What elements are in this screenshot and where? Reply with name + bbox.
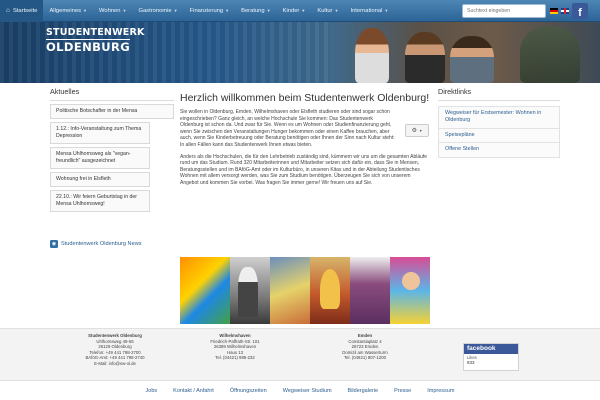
nav-item-beratung[interactable]: Beratung ▼ [235, 0, 277, 22]
photo-sailor [230, 257, 270, 324]
rss-label: Studentenwerk Oldenburg News [61, 241, 142, 247]
footer-link-impressum[interactable]: Impressum [427, 388, 454, 394]
caret-down-icon: ▼ [301, 8, 306, 13]
nav-item-finanzierung[interactable]: Finanzierung ▼ [184, 0, 235, 22]
nav-item-kultur[interactable]: Kultur ▼ [311, 0, 344, 22]
logo-line-1: STUDENTENWERK [46, 27, 145, 40]
nav-label: Beratung [241, 7, 265, 14]
caret-down-icon: ▼ [384, 8, 389, 13]
nav-item-wohnen[interactable]: Wohnen ▼ [93, 0, 132, 22]
direct-link-speiseplaene[interactable]: Speisepläne [438, 128, 560, 144]
banner-photo-person [405, 32, 445, 83]
direct-link-offene-stellen[interactable]: Offene Stellen [438, 143, 560, 158]
facebook-likes-count: 833 [467, 360, 475, 365]
settings-dropdown-button[interactable]: ⚙ ▼ [405, 124, 429, 137]
banner-photo-person [450, 36, 494, 83]
nav-label: Allgemeines [49, 7, 82, 14]
footer-link-wegweiser[interactable]: Wegweiser Studium [283, 388, 332, 394]
rss-icon: ◉ [50, 240, 58, 248]
footer-link-jobs[interactable]: Jobs [146, 388, 158, 394]
footer-line: Tel. (04921) 807-1200 [343, 355, 387, 361]
caret-down-icon: ▼ [122, 8, 127, 13]
photo-colorful-collage [180, 257, 230, 324]
news-item[interactable]: Wohnung frei in Elsfleth [50, 172, 150, 187]
direct-links-title: Direktlinks [438, 85, 560, 101]
facebook-icon[interactable]: f [572, 3, 588, 19]
photo-woman [310, 257, 350, 324]
direct-link-wegweiser[interactable]: Wegweiser für Erstsemester: Wohnen in Ol… [438, 106, 560, 129]
footer-address-wilhelmshaven: Wilhelmshaven Friedrich-Paffrath-Str. 10… [190, 333, 280, 361]
page-title: Herzlich willkommen beim Studentenwerk O… [180, 92, 430, 104]
banner-photo-foliage [520, 26, 580, 83]
news-title: Aktuelles [50, 85, 174, 101]
footer-address-oldenburg: Studentenwerk Oldenburg Uhlhornsweg 49-5… [70, 333, 160, 367]
news-item[interactable]: 1.12.: Info-Veranstaltung zum Thema Depr… [50, 122, 150, 144]
caret-down-icon: ▼ [266, 8, 271, 13]
facebook-glyph: f [578, 7, 582, 19]
photo-crowd [350, 257, 390, 324]
footer-link-presse[interactable]: Presse [394, 388, 411, 394]
caret-down-icon: ▼ [334, 8, 339, 13]
footer-link-bildergalerie[interactable]: Bildergalerie [348, 388, 379, 394]
caret-down-icon: ▼ [83, 8, 87, 13]
photo-child [390, 257, 430, 324]
logo-line-2: OLDENBURG [46, 40, 131, 54]
home-icon: ⌂ [6, 7, 10, 14]
footer-email-link[interactable]: E-Mail: info@sw-ol.de [70, 361, 160, 367]
footer-line: Tel. (04421) 985-232 [215, 355, 255, 361]
footer-navigation: Jobs Kontakt / Anfahrt Öffnungszeiten We… [0, 380, 600, 400]
news-item[interactable]: Politische Botschafter in der Mensa [50, 104, 174, 119]
rss-feed-link[interactable]: ◉ Studentenwerk Oldenburg News [50, 240, 174, 248]
banner-photo-person [355, 28, 389, 83]
nav-label: Gastronomie [138, 7, 172, 14]
german-flag-icon[interactable] [550, 8, 558, 14]
photo-strip [180, 257, 430, 324]
search-input[interactable] [462, 4, 546, 18]
english-flag-icon[interactable] [561, 8, 569, 14]
main-content: Herzlich willkommen beim Studentenwerk O… [180, 85, 430, 187]
nav-label: Kultur [317, 7, 333, 14]
footer: Studentenwerk Oldenburg Uhlhornsweg 49-5… [0, 328, 600, 380]
facebook-brand: facebook [464, 344, 518, 354]
caret-down-icon: ▼ [418, 128, 423, 133]
nav-item-kinder[interactable]: Kinder ▼ [277, 0, 312, 22]
photo-money [270, 257, 310, 324]
nav-item-international[interactable]: International ▼ [344, 0, 394, 22]
nav-label: Finanzierung [189, 7, 224, 14]
body-paragraph: Anders als die Hochschulen, die für den … [180, 153, 428, 186]
news-item[interactable]: 22.10.: Wir feiern Geburtstag in der Men… [50, 190, 150, 212]
direct-links-list: Wegweiser für Erstsemester: Wohnen in Ol… [438, 106, 560, 158]
intro-paragraph: Sie wollen in Oldenburg, Emden, Wilhelms… [180, 109, 395, 148]
direct-links-column: Direktlinks Wegweiser für Erstsemester: … [438, 85, 560, 158]
nav-label: Wohnen [98, 7, 121, 14]
caret-down-icon: ▼ [173, 8, 178, 13]
nav-item-gastronomie[interactable]: Gastronomie ▼ [132, 0, 183, 22]
gear-icon: ⚙ [411, 128, 417, 134]
caret-down-icon: ▼ [225, 8, 230, 13]
news-column: Aktuelles Politische Botschafter in der … [50, 85, 174, 248]
footer-link-kontakt[interactable]: Kontakt / Anfahrt [173, 388, 214, 394]
nav-item-allgemeines[interactable]: Allgemeines ▼ [43, 0, 93, 22]
footer-address-emden: Emden Constantiaplatz 4 26723 Emden Domi… [320, 333, 410, 361]
nav-label: International [350, 7, 383, 14]
news-item[interactable]: Mensa Uhlhornsweg als "vegan-freundlich"… [50, 147, 150, 169]
nav-item-startseite[interactable]: ⌂ Startseite [0, 0, 44, 22]
footer-link-oeffnungszeiten[interactable]: Öffnungszeiten [230, 388, 267, 394]
nav-label: Kinder [282, 7, 300, 14]
studentenwerk-logo[interactable]: STUDENTENWERK OLDENBURG [46, 27, 145, 59]
facebook-like-box[interactable]: facebook Likes 833 [463, 343, 519, 371]
nav-label: Startseite [12, 7, 38, 14]
